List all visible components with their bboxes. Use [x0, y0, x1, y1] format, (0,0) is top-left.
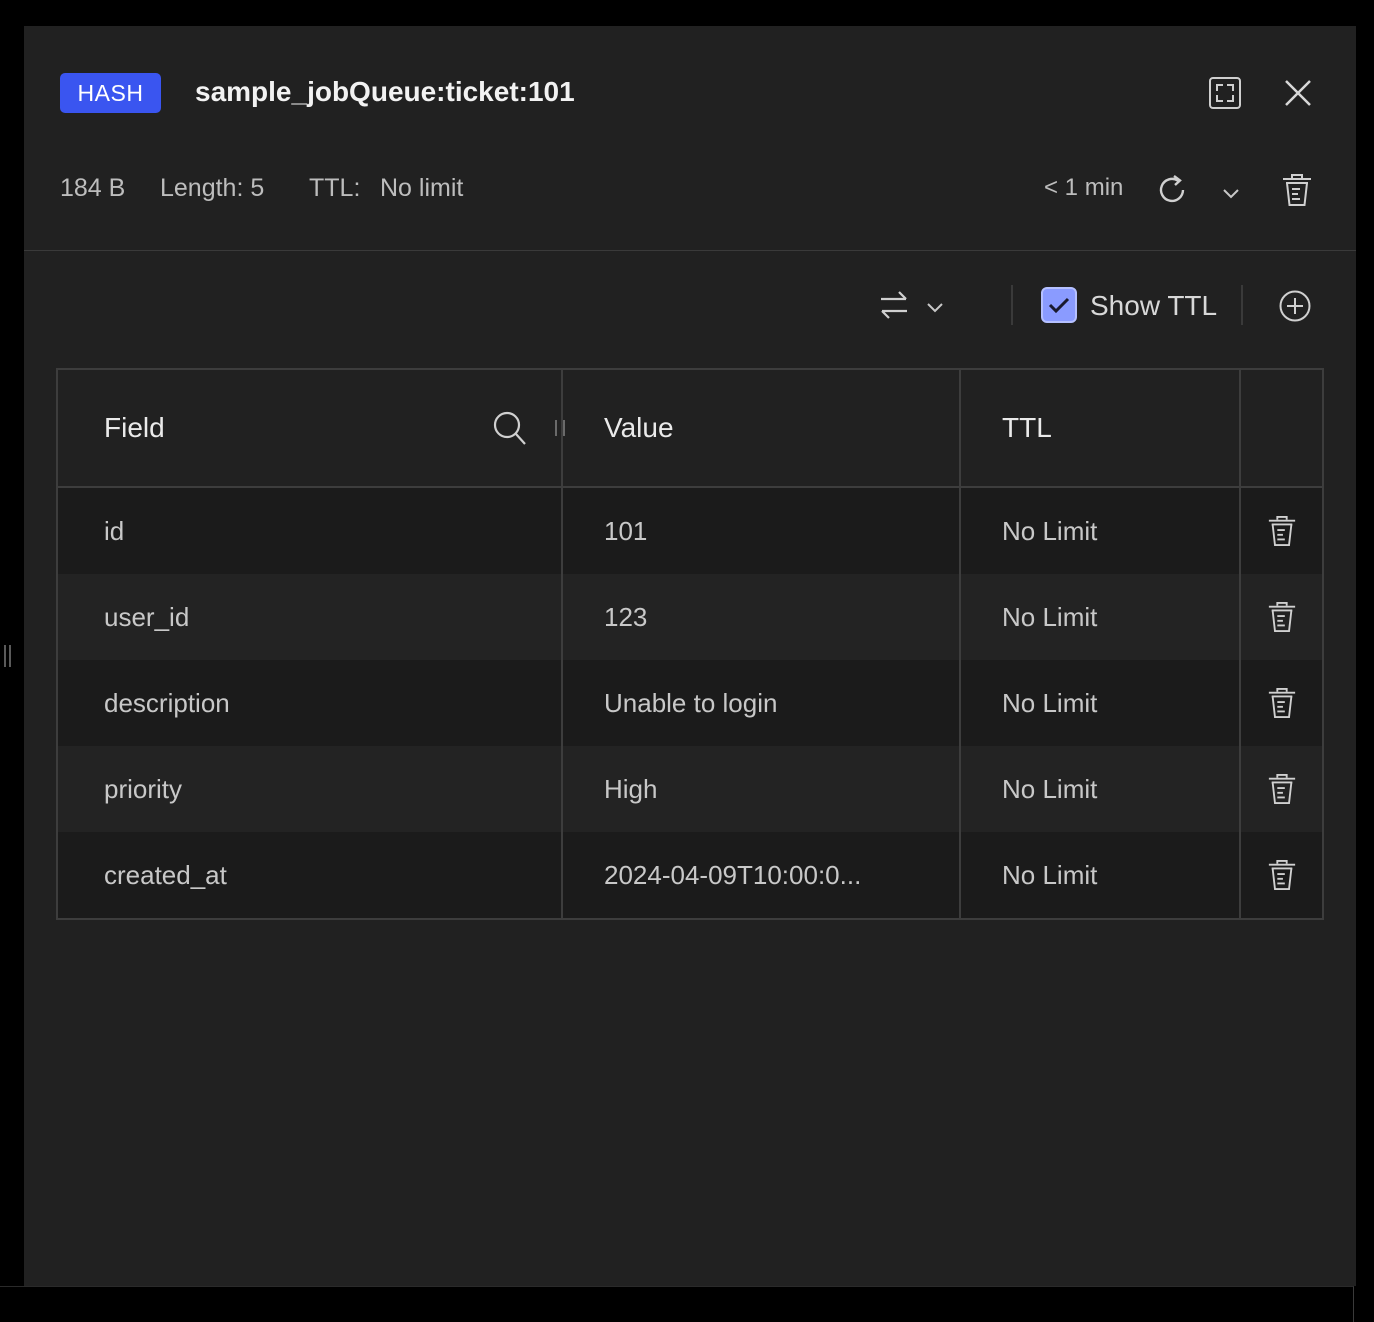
check-icon — [1048, 297, 1070, 314]
close-button[interactable] — [1276, 72, 1320, 114]
close-icon — [1285, 80, 1311, 106]
key-ttl-label: TTL: — [309, 174, 361, 202]
key-type-badge: HASH — [60, 73, 161, 113]
trash-icon — [1268, 602, 1296, 632]
column-header-field: Field — [104, 412, 165, 443]
swap-icon — [881, 291, 907, 319]
column-divider — [959, 370, 961, 918]
toolbar-divider — [1241, 285, 1243, 325]
toolbar-divider — [1011, 285, 1013, 325]
cell-value[interactable]: Unable to login — [604, 660, 944, 746]
header-divider — [24, 250, 1356, 251]
format-switch-button[interactable] — [874, 286, 914, 324]
cell-value[interactable]: 123 — [604, 574, 944, 660]
cell-value[interactable]: 2024-04-09T10:00:0... — [604, 832, 944, 918]
bottom-status-bar — [0, 1286, 1354, 1322]
column-resize-handle[interactable] — [552, 416, 568, 440]
search-icon — [493, 411, 526, 445]
cell-ttl[interactable]: No Limit — [1002, 488, 1222, 574]
column-divider — [1239, 370, 1241, 918]
trash-icon — [1268, 516, 1296, 546]
last-refresh-time: < 1 min — [1044, 174, 1124, 201]
cell-field: user_id — [104, 601, 190, 632]
field-search-button[interactable] — [490, 408, 530, 448]
trash-icon — [1268, 688, 1296, 718]
cell-field: id — [104, 515, 125, 546]
column-header-value: Value — [604, 412, 674, 443]
delete-field-button[interactable] — [1242, 488, 1322, 574]
cell-field: created_at — [104, 859, 227, 890]
refresh-button[interactable] — [1150, 168, 1194, 212]
cell-ttl[interactable]: No Limit — [1002, 746, 1222, 832]
cell-ttl[interactable]: No Limit — [1002, 574, 1222, 660]
delete-field-button[interactable] — [1242, 574, 1322, 660]
cell-value[interactable]: High — [604, 746, 944, 832]
table-row[interactable]: created_at 2024-04-09T10:00:0... No Limit — [58, 832, 1322, 918]
trash-icon — [1268, 860, 1296, 890]
cell-field: description — [104, 687, 230, 718]
cell-ttl[interactable]: No Limit — [1002, 832, 1222, 918]
trash-icon — [1268, 774, 1296, 804]
delete-field-button[interactable] — [1242, 746, 1322, 832]
table-row[interactable]: priority High No Limit — [58, 746, 1322, 832]
cell-field: priority — [104, 773, 183, 804]
panel-resize-handle[interactable] — [4, 645, 11, 667]
key-length: Length: 5 — [160, 174, 265, 202]
table-header: Field Value TTL — [58, 370, 1322, 488]
table-row[interactable]: description Unable to login No Limit — [58, 660, 1322, 746]
format-dropdown[interactable] — [922, 294, 948, 320]
show-ttl-label[interactable]: Show TTL — [1090, 290, 1217, 322]
column-divider — [561, 370, 563, 918]
plus-circle-icon — [1279, 290, 1311, 322]
key-details-panel: HASH sample_jobQueue:ticket:101 184 B Le… — [24, 26, 1356, 1286]
chevron-down-icon — [1223, 189, 1239, 199]
hash-fields-table: Field Value TTL id 101 No Limit user_id 123 N… — [56, 368, 1324, 920]
fullscreen-icon — [1209, 77, 1241, 109]
key-ttl-value[interactable]: No limit — [380, 174, 463, 203]
column-header-actions — [1242, 370, 1322, 486]
show-ttl-checkbox[interactable] — [1041, 287, 1077, 323]
delete-field-button[interactable] — [1242, 660, 1322, 746]
key-size: 184 B — [60, 174, 126, 202]
cell-ttl[interactable]: No Limit — [1002, 660, 1222, 746]
delete-key-button[interactable] — [1276, 168, 1318, 212]
key-type-label: HASH — [77, 79, 144, 106]
add-field-button[interactable] — [1274, 286, 1316, 326]
table-row[interactable]: id 101 No Limit — [58, 488, 1322, 574]
fullscreen-button[interactable] — [1202, 72, 1248, 114]
auto-refresh-dropdown[interactable] — [1216, 178, 1246, 208]
delete-field-button[interactable] — [1242, 832, 1322, 918]
resize-handle-icon — [555, 420, 565, 436]
trash-icon — [1283, 174, 1311, 206]
table-row[interactable]: user_id 123 No Limit — [58, 574, 1322, 660]
chevron-down-icon — [927, 303, 943, 313]
refresh-icon — [1159, 175, 1185, 203]
column-header-ttl: TTL — [1002, 412, 1052, 443]
cell-value[interactable]: 101 — [604, 488, 944, 574]
key-name: sample_jobQueue:ticket:101 — [195, 76, 575, 107]
